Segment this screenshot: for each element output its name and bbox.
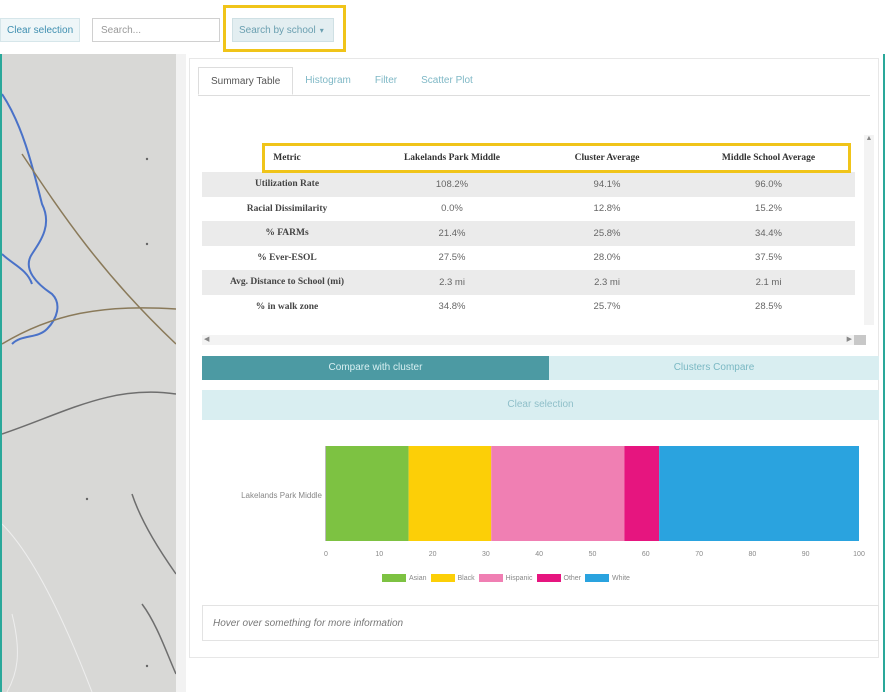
table-cell: 34.8% xyxy=(438,301,466,313)
legend-item[interactable]: Other xyxy=(536,574,582,582)
table-row: Utilization Rate 108.2% 94.1% 96.0% xyxy=(202,172,855,197)
legend-swatch xyxy=(382,574,406,582)
table-horizontal-scrollbar[interactable]: ◀ ▶ xyxy=(202,335,866,345)
x-tick-label: 0 xyxy=(324,551,328,558)
table-cell: 12.8% xyxy=(593,203,621,215)
clear-selection-top-button[interactable]: Clear selection xyxy=(0,18,81,42)
table-cell: 2.1 mi xyxy=(682,270,855,295)
tabs-divider xyxy=(198,95,870,96)
scroll-up-arrow-icon[interactable]: ▲ xyxy=(864,135,874,142)
table-cell: Utilization Rate xyxy=(202,172,372,197)
x-tick-label: 80 xyxy=(748,551,757,558)
table-cell: % FARMs xyxy=(202,221,372,246)
legend-item[interactable]: Black xyxy=(430,574,475,582)
table-cell: 25.8% xyxy=(532,221,682,246)
map-scrollbar[interactable] xyxy=(176,54,186,692)
bar-segment-black[interactable] xyxy=(408,446,492,541)
race-composition-chart: Lakelands Park Middle 0 10 20 30 40 50 60 70 80 9… xyxy=(202,434,879,594)
chart-legend: Asian Black Hispanic Other White xyxy=(382,574,634,582)
bar-segment-hispanic[interactable] xyxy=(491,446,625,541)
table-row: Racial Dissimilarity 0.0% 12.8% 15.2% xyxy=(202,197,855,222)
tab-filter[interactable]: Filter xyxy=(363,67,409,95)
x-tick-label: 70 xyxy=(695,551,703,558)
table-cell: 34.4% xyxy=(682,221,855,246)
clear-selection-button[interactable]: Clear selection xyxy=(202,390,879,420)
tab-histogram[interactable]: Histogram xyxy=(293,67,363,95)
legend-label: Black xyxy=(457,574,475,582)
legend-swatch xyxy=(430,574,455,582)
legend-label: Asian xyxy=(409,574,427,582)
table-cell: 0.0% xyxy=(441,203,463,215)
table-cell: 15.2% xyxy=(755,203,782,215)
legend-label: Other xyxy=(563,574,582,582)
table-cell: 96.0% xyxy=(682,172,855,197)
bar-segment-asian[interactable] xyxy=(326,446,409,541)
x-tick-label: 10 xyxy=(375,551,384,558)
table-cell: 25.7% xyxy=(593,301,621,313)
scroll-left-arrow-icon[interactable]: ◀ xyxy=(204,335,209,343)
x-tick-label: 30 xyxy=(481,551,490,558)
table-row: % Ever-ESOL 27.5% 28.0% 37.5% xyxy=(202,246,855,271)
table-cell: Racial Dissimilarity xyxy=(246,203,328,214)
map[interactable] xyxy=(2,54,176,692)
table-cell: 21.4% xyxy=(372,221,532,246)
x-tick-label: 40 xyxy=(535,551,544,558)
table-cell: % Ever-ESOL xyxy=(257,252,317,263)
table-cell: % in walk zone xyxy=(255,301,319,312)
legend-swatch xyxy=(585,574,610,582)
chart-bars xyxy=(326,446,859,541)
legend-item[interactable]: White xyxy=(585,574,630,582)
x-tick-label: 60 xyxy=(641,551,650,558)
legend-swatch xyxy=(536,574,561,582)
scroll-right-arrow-icon[interactable]: ▶ xyxy=(847,335,852,343)
table-cell: 108.2% xyxy=(372,172,532,197)
highlight-table-header xyxy=(262,143,851,173)
table-cell: 28.0% xyxy=(593,252,621,264)
table-row: % in walk zone 34.8% 25.7% 28.5% xyxy=(202,295,855,320)
clusters-compare-button[interactable]: Clusters Compare xyxy=(549,356,879,380)
table-cell: Avg. Distance to School (mi) xyxy=(202,270,372,295)
tab-bar: Summary Table Histogram Filter Scatter P… xyxy=(198,67,485,95)
search-input[interactable] xyxy=(92,18,220,42)
legend-item[interactable]: Hispanic xyxy=(478,574,533,582)
hover-info-box: Hover over something for more informatio… xyxy=(202,605,879,641)
table-cell: 28.5% xyxy=(755,301,782,313)
table-cell: 94.1% xyxy=(532,172,682,197)
tab-summary-table[interactable]: Summary Table xyxy=(198,67,294,95)
legend-label: Hispanic xyxy=(505,574,533,582)
toolbar: Clear selection Search by school▾ xyxy=(0,0,885,54)
bar-segment-other[interactable] xyxy=(624,446,660,541)
x-tick-label: 50 xyxy=(588,551,597,558)
x-tick-label: 100 xyxy=(853,551,865,558)
table-cell: 2.3 mi xyxy=(532,270,682,295)
scroll-thumb[interactable] xyxy=(854,335,866,345)
table-cell: 27.5% xyxy=(438,252,466,264)
map-canvas xyxy=(2,54,176,692)
tab-scatter-plot[interactable]: Scatter Plot xyxy=(409,67,485,95)
x-tick-label: 20 xyxy=(428,551,437,558)
legend-label: White xyxy=(612,574,630,582)
summary-table-container: Metric Lakelands Park Middle Cluster Ave… xyxy=(202,144,866,354)
x-tick-label: 90 xyxy=(801,551,810,558)
table-row: % FARMs 21.4% 25.8% 34.4% xyxy=(202,221,855,246)
bar-segment-white[interactable] xyxy=(659,446,859,541)
legend-swatch xyxy=(478,574,503,582)
highlight-search-by-school xyxy=(223,5,346,52)
table-cell: 2.3 mi xyxy=(372,270,532,295)
compare-with-cluster-button[interactable]: Compare with cluster xyxy=(202,356,549,380)
table-vertical-scrollbar[interactable]: ▲ xyxy=(864,135,874,325)
table-row: Avg. Distance to School (mi) 2.3 mi 2.3 … xyxy=(202,270,855,295)
table-cell: 37.5% xyxy=(755,252,782,264)
legend-item[interactable]: Asian xyxy=(382,574,427,582)
